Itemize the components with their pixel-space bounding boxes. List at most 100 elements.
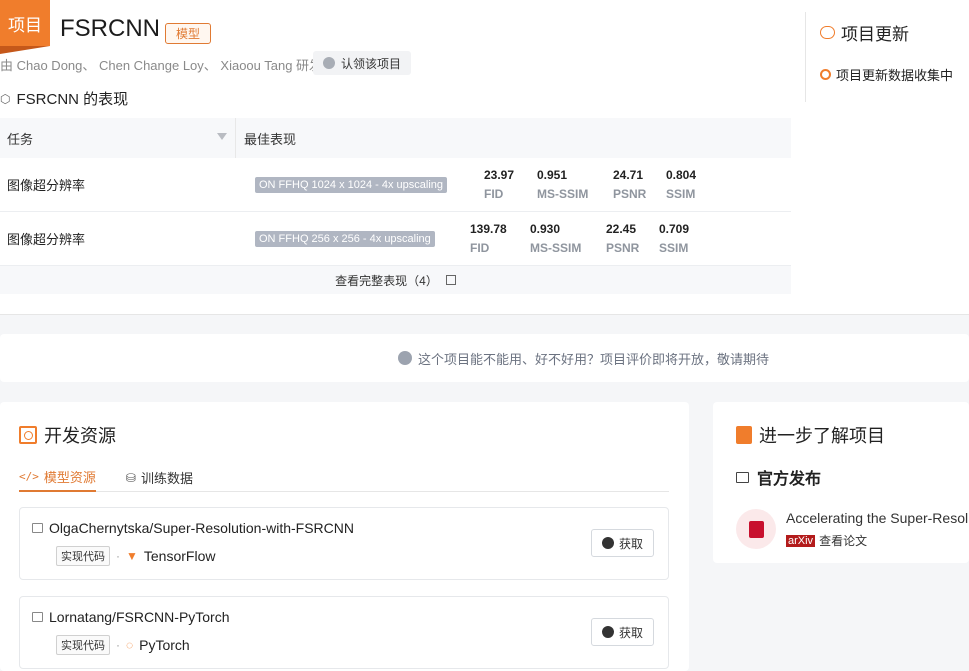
metric-name: MS-SSIM — [530, 241, 582, 255]
metric: 22.45 PSNR — [606, 222, 639, 255]
book-icon — [736, 426, 752, 444]
dataset-tag[interactable]: ON FFHQ 1024 x 1024 - 4x upscaling — [255, 176, 448, 193]
separator: · — [116, 549, 120, 563]
metric: 0.951 MS-SSIM — [537, 168, 588, 201]
resources-title: 开发资源 — [44, 426, 116, 446]
repo-item[interactable]: OlgaChernytska/Super-Resolution-with-FSR… — [19, 507, 669, 580]
arxiv-logo: arXiv — [786, 534, 816, 547]
performance-heading: ⬡ FSRCNN 的表现 — [0, 88, 128, 109]
impl-tag: 实现代码 — [56, 635, 110, 655]
authors-line: 由 Chao Dong、 Chen Change Loy、 Xiaoou Tan… — [0, 58, 323, 73]
repo-icon — [32, 523, 43, 533]
view-paper-label: 查看论文 — [819, 534, 868, 548]
repo-meta: 实现代码 · ▼ TensorFlow — [56, 546, 215, 566]
official-release-heading: 官方发布 — [736, 465, 821, 489]
column-best-label: 最佳表现 — [244, 131, 297, 147]
performance-title: FSRCNN 的表现 — [16, 91, 129, 108]
updates-title: 项目更新 — [841, 25, 909, 44]
tab-training-data[interactable]: ⛁ 训练数据 — [126, 463, 193, 492]
user-icon — [323, 57, 335, 69]
updates-item: 项目更新数据收集中 — [820, 65, 953, 84]
evaluation-text: 这个项目能不能用、好不好用？项目评价即将开放，敬请期待 — [418, 351, 770, 367]
github-icon — [601, 626, 614, 638]
learn-more-title: 进一步了解项目 — [759, 426, 885, 446]
metric-value: 0.951 — [537, 168, 568, 182]
monitor-icon — [736, 471, 749, 483]
resources-tabs: </> 模型资源 ⛁ 训练数据 — [19, 463, 669, 492]
column-task: 任务 — [0, 118, 236, 158]
get-button[interactable]: 获取 — [590, 529, 654, 557]
metric: 23.97 FID — [484, 168, 514, 201]
separator: · — [116, 638, 120, 652]
metric: 0.804 SSIM — [666, 168, 696, 201]
table-header: 任务 最佳表现 — [0, 118, 791, 158]
repo-item[interactable]: Lornatang/FSRCNN-PyTorch 实现代码 · ◌ PyTorc… — [19, 596, 669, 669]
model-badge: 模型 — [165, 23, 212, 44]
pytorch-icon: ◌ — [126, 638, 134, 652]
repo-meta: 实现代码 · ◌ PyTorch — [56, 635, 190, 655]
dataset-tag[interactable]: ON FFHQ 256 x 256 - 4x upscaling — [255, 230, 435, 247]
resources-heading: 开发资源 — [19, 422, 116, 448]
repo-icon — [32, 612, 43, 622]
filter-icon[interactable] — [217, 133, 227, 140]
learn-more-heading: 进一步了解项目 — [736, 422, 885, 448]
impl-tag: 实现代码 — [56, 546, 110, 566]
comment-icon — [820, 26, 835, 39]
github-icon — [601, 537, 614, 549]
tab-label: 训练数据 — [140, 471, 193, 486]
metric-name: FID — [470, 241, 490, 255]
metric: 139.78 FID — [470, 222, 507, 255]
metric-name: PSNR — [606, 241, 640, 255]
metric-name: FID — [484, 187, 504, 201]
table-row: 图像超分辨率 ON FFHQ 256 x 256 - 4x upscaling … — [0, 212, 791, 266]
metric-name: SSIM — [666, 187, 696, 201]
repo-name-label: OlgaChernytska/Super-Resolution-with-FSR… — [49, 520, 354, 536]
framework-label: PyTorch — [139, 637, 190, 653]
metric-value: 24.71 — [613, 168, 644, 182]
claim-project-button[interactable]: 认领该项目 — [313, 51, 412, 75]
metric-value: 0.930 — [530, 222, 561, 236]
row-task: 图像超分辨率 — [7, 178, 86, 193]
resources-card: 开发资源 </> 模型资源 ⛁ 训练数据 OlgaChernytska/Supe… — [0, 402, 689, 671]
evaluation-notice: 这个项目能不能用、好不好用？项目评价即将开放，敬请期待 — [0, 334, 969, 382]
repo-name[interactable]: Lornatang/FSRCNN-PyTorch — [32, 609, 230, 625]
get-label: 获取 — [618, 625, 643, 640]
paper-link[interactable]: arXiv 查看论文 — [786, 532, 867, 549]
column-task-label: 任务 — [7, 131, 34, 147]
tab-model-resources[interactable]: </> 模型资源 — [19, 463, 96, 492]
metric-name: PSNR — [613, 187, 647, 201]
view-full-performance-link[interactable]: 查看完整表现（4） — [0, 266, 791, 294]
claim-label: 认领该项目 — [341, 56, 402, 71]
tab-label: 模型资源 — [43, 470, 96, 485]
table-row: 图像超分辨率 ON FFHQ 1024 x 1024 - 4x upscalin… — [0, 158, 791, 212]
external-link-icon — [445, 275, 456, 285]
project-tag: 项目 — [0, 0, 50, 54]
get-button[interactable]: 获取 — [590, 618, 654, 646]
performance-table: 任务 最佳表现 图像超分辨率 ON FFHQ 1024 x 1024 - 4x … — [0, 118, 791, 294]
metric-value: 22.45 — [606, 222, 637, 236]
metric: 0.709 SSIM — [659, 222, 689, 255]
metric-value: 0.804 — [666, 168, 697, 182]
updates-heading: 项目更新 — [820, 20, 909, 45]
chat-icon — [398, 351, 412, 365]
view-full-label: 查看完整表现（4） — [335, 273, 438, 288]
paper-icon — [736, 509, 776, 549]
code-icon: </> — [19, 470, 39, 483]
metric: 24.71 PSNR — [613, 168, 646, 201]
metric-value: 139.78 — [470, 222, 507, 236]
repo-name[interactable]: OlgaChernytska/Super-Resolution-with-FSR… — [32, 520, 354, 536]
resources-icon — [19, 426, 37, 444]
framework-label: TensorFlow — [143, 548, 216, 564]
metric-value: 0.709 — [659, 222, 690, 236]
learn-more-card: 进一步了解项目 官方发布 Accelerating the Super-Reso… — [713, 402, 969, 563]
row-task: 图像超分辨率 — [7, 232, 86, 247]
metric-name: MS-SSIM — [537, 187, 589, 201]
metric-value: 23.97 — [484, 168, 515, 182]
database-icon: ⛁ — [125, 470, 136, 485]
circle-icon — [820, 69, 831, 80]
page-title: FSRCNN — [60, 15, 160, 42]
repo-name-label: Lornatang/FSRCNN-PyTorch — [49, 609, 230, 625]
get-label: 获取 — [618, 536, 643, 551]
metric-name: SSIM — [659, 241, 689, 255]
paper-title[interactable]: Accelerating the Super-Resolution Convol… — [786, 510, 969, 526]
